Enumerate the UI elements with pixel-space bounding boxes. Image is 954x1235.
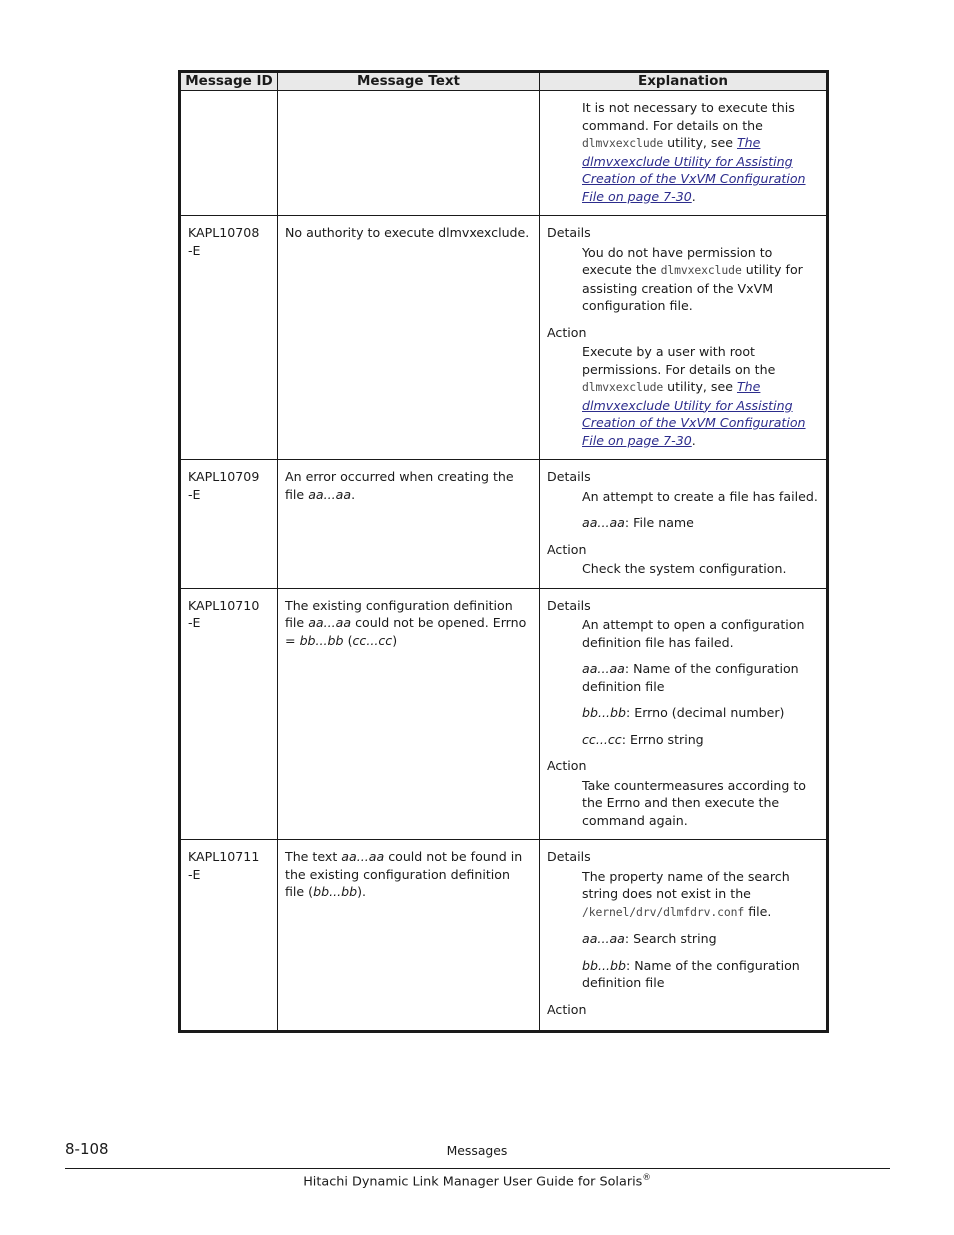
text-fragment: : Errno (decimal number) <box>626 705 785 720</box>
variable-placeholder: bb...bb <box>582 957 626 973</box>
variable-placeholder: aa...aa <box>582 931 625 946</box>
table-row: KAPL10710 -E The existing configuration … <box>179 587 828 840</box>
cell-message-text: The existing configuration definition fi… <box>277 587 540 840</box>
text-fragment: It is not necessary to execute this comm… <box>582 100 795 133</box>
cell-message-text <box>277 90 540 216</box>
document-page: Message ID Message Text Explanation It i… <box>0 0 954 1235</box>
variable-placeholder: aa...aa <box>308 486 352 502</box>
details-body: An attempt to open a configuration defin… <box>582 617 805 650</box>
action-body: Execute by a user with root permissions.… <box>582 343 820 449</box>
details-variable: bb...bb: Name of the configuration defin… <box>582 957 820 992</box>
footer-top-line: 8-108 Messages <box>0 1140 954 1166</box>
code-dlmvxexclude: dlmvxexclude <box>582 136 664 150</box>
cell-explanation: Details An attempt to create a file has … <box>539 459 828 589</box>
details-label: Details <box>547 849 591 864</box>
cell-message-id: KAPL10709 -E <box>179 459 278 589</box>
message-reference-table: Message ID Message Text Explanation It i… <box>178 70 829 1033</box>
cell-message-id: KAPL10710 -E <box>179 587 278 840</box>
column-header-message-id: Message ID <box>179 71 278 91</box>
text-fragment: file. <box>744 903 772 919</box>
text-fragment: . <box>691 432 696 448</box>
action-label: Action <box>547 541 587 557</box>
cell-explanation: It is not necessary to execute this comm… <box>539 90 828 216</box>
cell-message-text: An error occurred when creating the file… <box>277 459 540 589</box>
cell-message-text: The text aa...aa could not be found in t… <box>277 839 540 1032</box>
variable-placeholder: bb...bb <box>582 705 626 720</box>
text-fragment: Execute by a user with root permissions.… <box>582 344 776 377</box>
column-header-message-text: Message Text <box>277 71 540 91</box>
guide-title-text: Hitachi Dynamic Link Manager User Guide … <box>303 1174 643 1190</box>
code-config-file-path: /kernel/drv/dlmfdrv.conf <box>582 904 745 919</box>
section-name: Messages <box>446 1143 508 1158</box>
text-fragment: The text <box>285 849 342 864</box>
continued-paragraph: It is not necessary to execute this comm… <box>582 99 820 205</box>
details-label: Details <box>547 225 591 240</box>
text-fragment: The property name of the search string d… <box>582 868 790 902</box>
action-label: Action <box>547 1001 587 1017</box>
details-variable: aa...aa: Name of the configuration defin… <box>582 660 820 695</box>
details-body: An attempt to create a file has failed. <box>582 488 818 504</box>
column-header-explanation: Explanation <box>539 71 828 91</box>
cell-message-id: KAPL10711 -E <box>179 839 278 1032</box>
variable-placeholder: cc...cc <box>582 731 622 747</box>
variable-placeholder: bb...bb <box>313 884 358 899</box>
text-fragment: utility, see <box>663 379 737 394</box>
details-variable: cc...cc: Errno string <box>582 731 820 749</box>
cell-message-id <box>179 90 278 216</box>
text-fragment: ) <box>392 632 398 648</box>
details-label: Details <box>547 469 591 484</box>
text-fragment: . <box>691 188 696 204</box>
cell-message-id: KAPL10708 -E <box>179 215 278 460</box>
table-row: It is not necessary to execute this comm… <box>179 90 828 216</box>
cell-message-text: No authority to execute dlmvxexclude. <box>277 215 540 460</box>
registered-trademark-mark: ® <box>642 1173 651 1183</box>
cell-explanation: Details An attempt to open a configurati… <box>539 587 828 840</box>
action-label: Action <box>547 324 587 340</box>
table-header-row: Message ID Message Text Explanation <box>179 71 828 91</box>
variable-placeholder: bb...bb <box>299 632 344 648</box>
table-row: KAPL10709 -E An error occurred when crea… <box>179 459 828 589</box>
code-dlmvxexclude: dlmvxexclude <box>660 263 742 277</box>
variable-placeholder: aa...aa <box>341 849 385 864</box>
variable-placeholder: aa...aa <box>308 615 352 630</box>
code-dlmvxexclude: dlmvxexclude <box>582 380 664 394</box>
text-fragment: : Search string <box>624 931 717 946</box>
text-fragment: utility, see <box>663 135 737 150</box>
text-fragment: . <box>351 486 356 502</box>
variable-placeholder: cc...cc <box>352 632 393 648</box>
cell-explanation: Details The property name of the search … <box>539 839 828 1032</box>
details-variable: bb...bb: Errno (decimal number) <box>582 704 820 722</box>
variable-placeholder: aa...aa <box>582 661 625 676</box>
table-body: It is not necessary to execute this comm… <box>179 90 828 1032</box>
details-label: Details <box>547 597 591 613</box>
variable-placeholder: aa...aa <box>582 515 625 530</box>
text-fragment: : File name <box>624 515 694 530</box>
action-body: Check the system configuration. <box>582 561 787 576</box>
table-row: KAPL10711 -E The text aa...aa could not … <box>179 839 828 1032</box>
details-body: You do not have permission to execute th… <box>582 244 820 315</box>
details-variable: aa...aa: File name <box>582 514 820 532</box>
text-fragment: : Errno string <box>621 731 704 747</box>
text-fragment: ). <box>357 884 367 899</box>
details-variable: aa...aa: Search string <box>582 930 820 948</box>
footer-divider <box>65 1168 890 1169</box>
guide-title: Hitachi Dynamic Link Manager User Guide … <box>0 1173 954 1189</box>
details-body: The property name of the search string d… <box>582 868 820 922</box>
table-row: KAPL10708 -E No authority to execute dlm… <box>179 215 828 460</box>
action-body: Take countermeasures according to the Er… <box>582 777 806 828</box>
table-header: Message ID Message Text Explanation <box>179 71 828 91</box>
cell-explanation: Details You do not have permission to ex… <box>539 215 828 460</box>
action-label: Action <box>547 758 587 773</box>
